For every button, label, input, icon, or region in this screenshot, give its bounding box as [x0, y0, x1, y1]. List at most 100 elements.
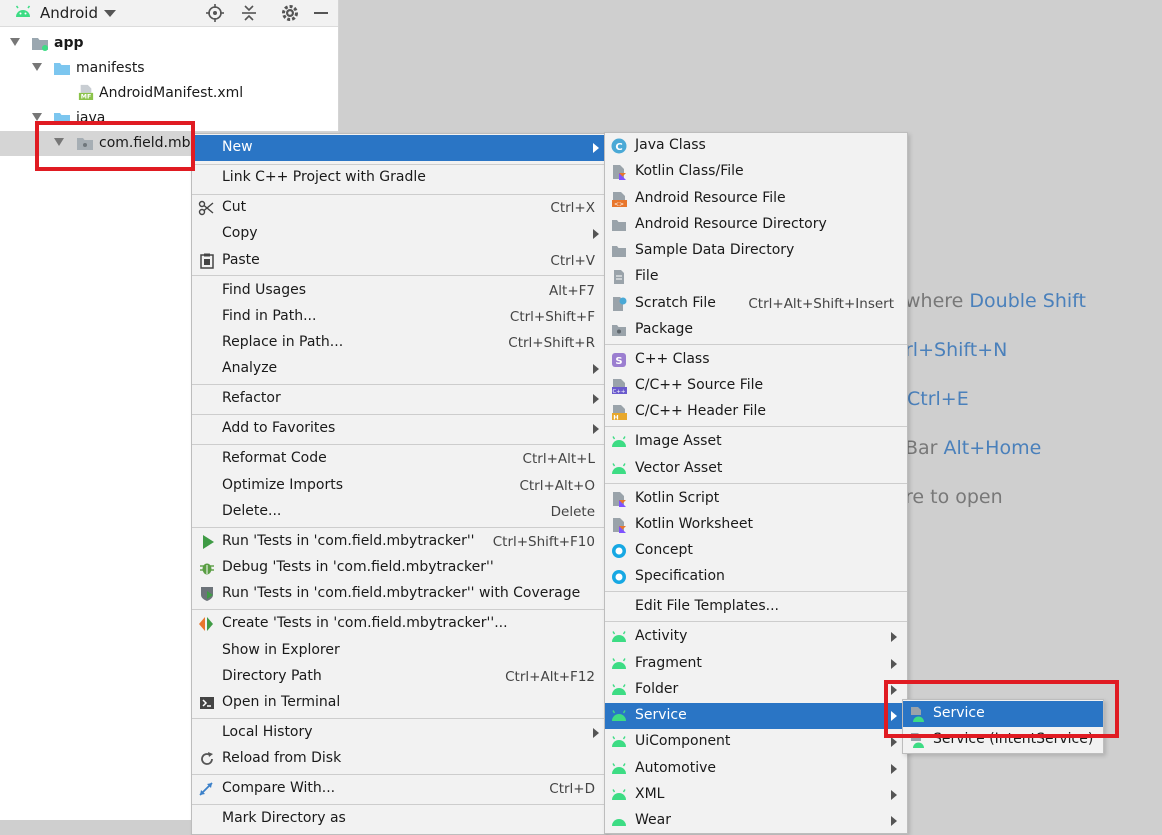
- menu-item-run-with-coverage[interactable]: Run 'Tests in 'com.field.mbytracker'' wi…: [192, 581, 605, 607]
- expand-arrow-icon[interactable]: [10, 38, 20, 46]
- project-panel-toolbar: Android: [0, 0, 338, 27]
- menu-label: Run 'Tests in 'com.field.mbytracker'': [222, 533, 475, 549]
- menu-item-paste[interactable]: Paste Ctrl+V: [192, 248, 605, 274]
- editor-hint-recent-files: Ctrl+E: [907, 388, 969, 410]
- new-item-android-resource-directory[interactable]: Android Resource Directory: [605, 212, 907, 238]
- menu-label: Edit File Templates...: [635, 598, 779, 614]
- manifest-file-icon: MF: [78, 84, 94, 100]
- menu-label: Kotlin Worksheet: [635, 516, 753, 532]
- expand-arrow-icon[interactable]: [32, 113, 42, 121]
- menu-item-find-usages[interactable]: Find Usages Alt+F7: [192, 278, 605, 304]
- menu-item-create-tests[interactable]: Create 'Tests in 'com.field.mbytracker''…: [192, 611, 605, 637]
- new-item-xml[interactable]: XML: [605, 782, 907, 808]
- tree-node-android-manifest[interactable]: MF AndroidManifest.xml: [0, 81, 338, 106]
- menu-label: Mark Directory as: [222, 810, 346, 826]
- tree-label: AndroidManifest.xml: [99, 85, 244, 101]
- new-item-edit-file-templates[interactable]: Edit File Templates...: [605, 594, 907, 620]
- scratch-file-icon: [613, 297, 627, 311]
- new-item-vector-asset[interactable]: Vector Asset: [605, 456, 907, 482]
- tree-node-app[interactable]: app: [0, 31, 338, 56]
- folder-icon: [612, 246, 626, 257]
- new-item-android-resource-file[interactable]: <> Android Resource File: [605, 186, 907, 212]
- menu-item-open-in-terminal[interactable]: Open in Terminal: [192, 690, 605, 716]
- hint-key: Ctrl+E: [907, 388, 969, 410]
- menu-item-optimize-imports[interactable]: Optimize Imports Ctrl+Alt+O: [192, 473, 605, 499]
- menu-item-show-in-explorer[interactable]: Show in Explorer: [192, 638, 605, 664]
- menu-item-compare-with[interactable]: Compare With... Ctrl+D: [192, 776, 605, 802]
- svg-text:S: S: [615, 356, 622, 367]
- menu-separator: [605, 344, 907, 345]
- new-item-folder[interactable]: Folder: [605, 677, 907, 703]
- menu-item-copy[interactable]: Copy: [192, 221, 605, 247]
- android-resource-file-icon: <>: [612, 192, 627, 207]
- new-item-package[interactable]: Package: [605, 317, 907, 343]
- new-item-sample-data-directory[interactable]: Sample Data Directory: [605, 238, 907, 264]
- tree-node-manifests[interactable]: manifests: [0, 56, 338, 81]
- new-item-kotlin-worksheet[interactable]: Kotlin Worksheet: [605, 512, 907, 538]
- svg-text:C: C: [615, 142, 622, 153]
- menu-item-directory-path[interactable]: Directory Path Ctrl+Alt+F12: [192, 664, 605, 690]
- new-item-fragment[interactable]: Fragment: [605, 651, 907, 677]
- menu-shortcut: Ctrl+X: [550, 200, 595, 216]
- editor-hint-navigation-bar: Bar Alt+Home: [905, 437, 1041, 459]
- menu-item-local-history[interactable]: Local History: [192, 720, 605, 746]
- menu-label: Local History: [222, 724, 313, 740]
- menu-label: Scratch File: [635, 295, 716, 311]
- menu-item-mark-directory-as[interactable]: Mark Directory as: [192, 806, 605, 832]
- menu-item-replace-in-path[interactable]: Replace in Path... Ctrl+Shift+R: [192, 330, 605, 356]
- menu-label: Automotive: [635, 760, 716, 776]
- menu-separator: [192, 718, 605, 719]
- menu-item-reformat-code[interactable]: Reformat Code Ctrl+Alt+L: [192, 446, 605, 472]
- menu-label: Java Class: [635, 137, 706, 153]
- menu-label: Reload from Disk: [222, 750, 342, 766]
- menu-item-delete[interactable]: Delete... Delete: [192, 499, 605, 525]
- view-selector[interactable]: Android: [40, 4, 98, 22]
- new-item-service[interactable]: Service: [605, 703, 907, 729]
- menu-shortcut: Ctrl+Shift+F10: [492, 534, 595, 550]
- android-icon: [612, 436, 626, 447]
- locate-icon[interactable]: [206, 4, 224, 22]
- menu-label: XML: [635, 786, 665, 802]
- new-item-specification[interactable]: Specification: [605, 564, 907, 590]
- menu-item-find-in-path[interactable]: Find in Path... Ctrl+Shift+F: [192, 304, 605, 330]
- menu-item-debug-tests[interactable]: Debug 'Tests in 'com.field.mbytracker'': [192, 555, 605, 581]
- submenu-arrow-icon: [891, 659, 897, 669]
- chevron-down-icon[interactable]: [104, 10, 116, 17]
- menu-item-new[interactable]: New: [192, 135, 605, 161]
- minimize-icon[interactable]: [314, 12, 328, 14]
- menu-item-cut[interactable]: Cut Ctrl+X: [192, 195, 605, 221]
- menu-separator: [192, 527, 605, 528]
- menu-label: Directory Path: [222, 668, 322, 684]
- new-item-kotlin-script[interactable]: Kotlin Script: [605, 486, 907, 512]
- menu-item-link-cpp-project[interactable]: Link C++ Project with Gradle: [192, 165, 605, 191]
- new-item-uicomponent[interactable]: UiComponent: [605, 729, 907, 755]
- submenu-arrow-icon: [891, 737, 897, 747]
- new-item-image-asset[interactable]: Image Asset: [605, 429, 907, 455]
- menu-separator: [192, 414, 605, 415]
- menu-label: Concept: [635, 542, 693, 558]
- new-item-scratch-file[interactable]: Scratch File Ctrl+Alt+Shift+Insert: [605, 291, 907, 317]
- new-item-concept[interactable]: Concept: [605, 538, 907, 564]
- svg-text:C++: C++: [612, 389, 625, 394]
- menu-label: Wear: [635, 812, 671, 828]
- new-item-kotlin-class[interactable]: Kotlin Class/File: [605, 159, 907, 185]
- new-item-cpp-header-file[interactable]: H C/C++ Header File: [605, 399, 907, 425]
- tree-label: manifests: [76, 60, 145, 76]
- submenu-arrow-icon: [593, 229, 599, 239]
- new-item-cpp-source-file[interactable]: C++ C/C++ Source File: [605, 373, 907, 399]
- new-item-activity[interactable]: Activity: [605, 624, 907, 650]
- menu-item-add-to-favorites[interactable]: Add to Favorites: [192, 416, 605, 442]
- new-item-automotive[interactable]: Automotive: [605, 756, 907, 782]
- menu-item-analyze[interactable]: Analyze: [192, 356, 605, 382]
- new-item-java-class[interactable]: C Java Class: [605, 133, 907, 159]
- menu-item-reload-from-disk[interactable]: Reload from Disk: [192, 746, 605, 772]
- menu-separator: [192, 609, 605, 610]
- gear-icon[interactable]: [281, 4, 299, 22]
- expand-arrow-icon[interactable]: [32, 63, 42, 71]
- new-item-file[interactable]: File: [605, 264, 907, 290]
- collapse-all-icon[interactable]: [240, 4, 258, 22]
- menu-item-refactor[interactable]: Refactor: [192, 386, 605, 412]
- new-item-wear[interactable]: Wear: [605, 808, 907, 834]
- menu-item-run-tests[interactable]: Run 'Tests in 'com.field.mbytracker'' Ct…: [192, 529, 605, 555]
- new-item-cpp-class[interactable]: S C++ Class: [605, 347, 907, 373]
